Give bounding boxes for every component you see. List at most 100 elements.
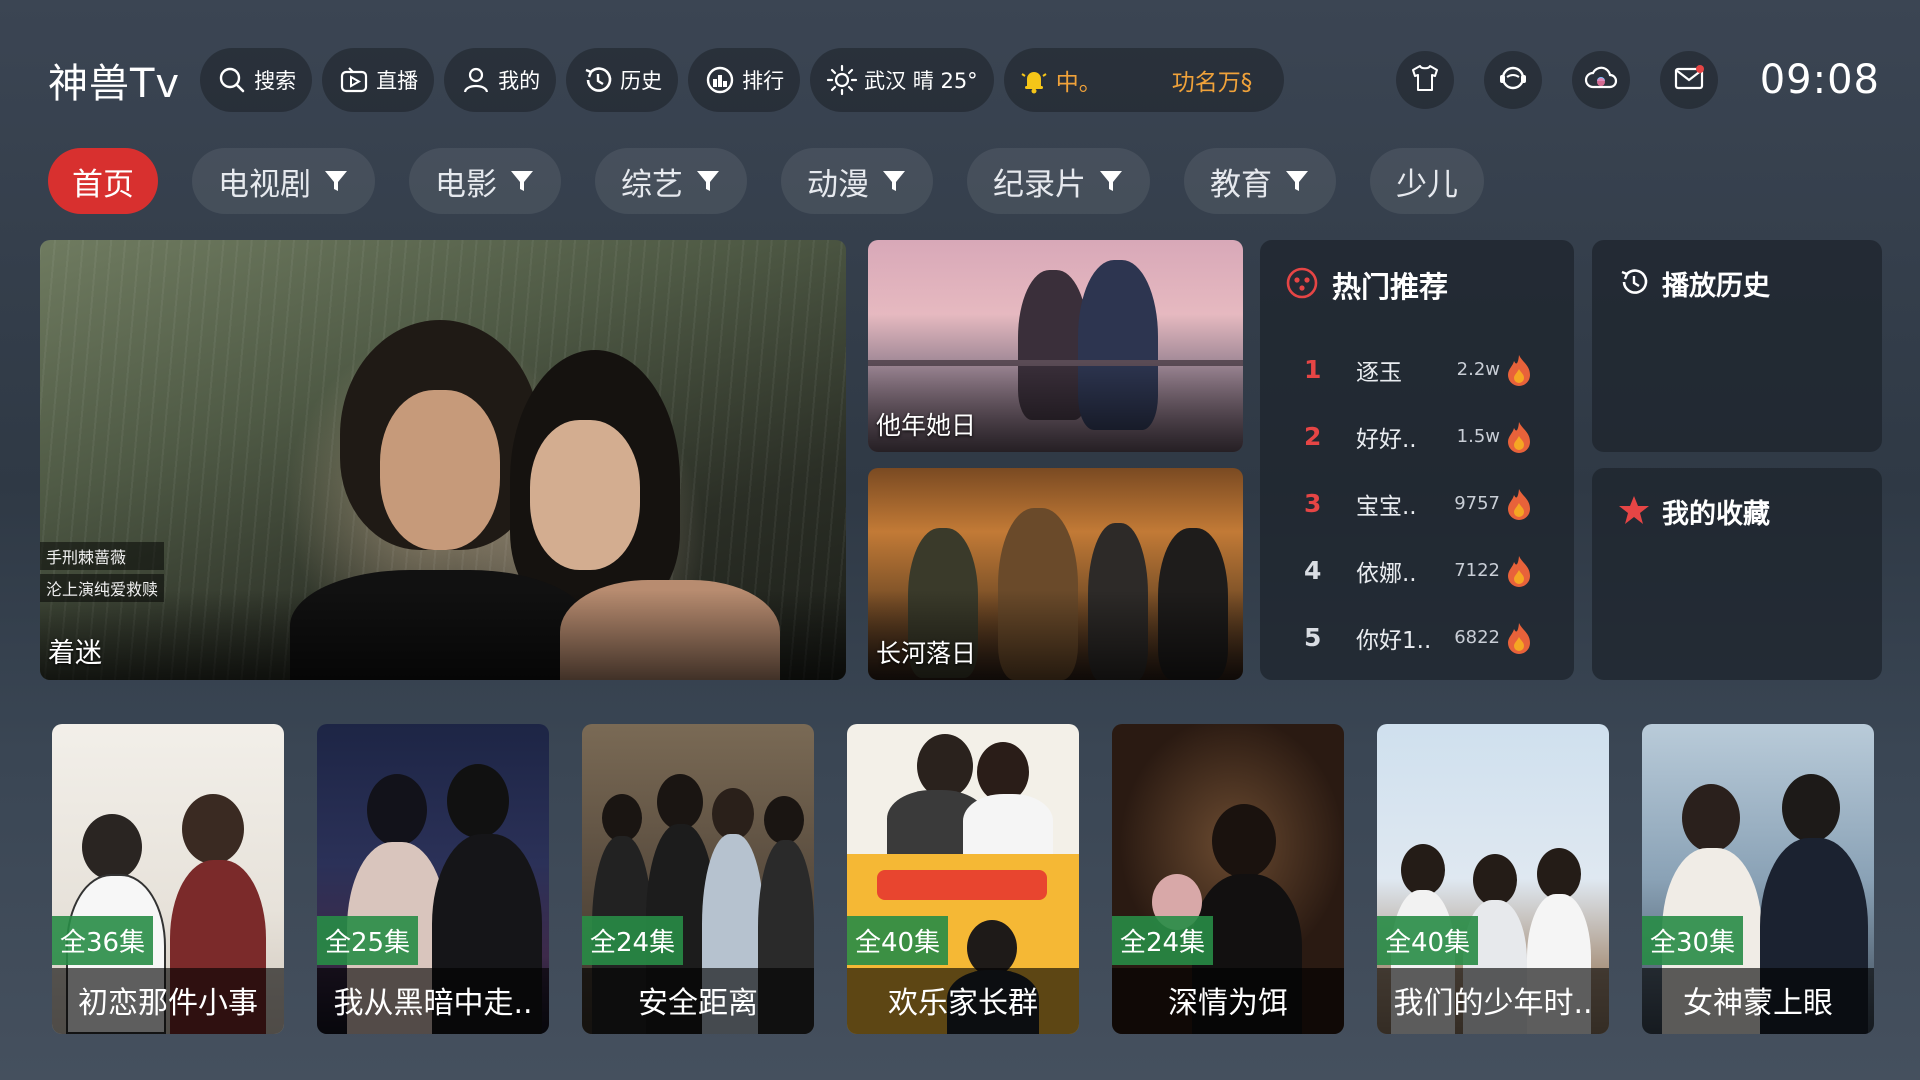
featured-banner[interactable]: 手刑棘蔷薇 沦上演纯爱救赎 着迷 [40, 240, 846, 680]
search-label: 搜索 [254, 69, 297, 93]
hot-count: 7122 [1454, 560, 1500, 581]
history-label: 历史 [620, 69, 663, 93]
hot-rank: 5 [1304, 623, 1322, 652]
hot-rank: 1 [1304, 355, 1322, 384]
tab-label: 动漫 [807, 166, 869, 203]
episode-badge: 全40集 [1377, 916, 1479, 965]
hot-rank: 3 [1304, 489, 1322, 518]
poster-figure [447, 764, 509, 838]
poster-title: 欢乐家长群 [888, 986, 1038, 1021]
notice-text: 中。 功名万§ [1056, 63, 1253, 97]
ranking-label: 排行 [742, 69, 785, 93]
poster-card[interactable]: 全30集 女神蒙上眼 [1642, 724, 1874, 1034]
hot-count: 1.5w [1456, 426, 1500, 447]
mail-button[interactable] [1659, 51, 1718, 109]
ranking-button[interactable]: 排行 [688, 48, 801, 112]
weather-widget[interactable]: 武汉 晴 25° [810, 48, 994, 112]
fire-icon [1508, 555, 1530, 587]
tab-kids[interactable]: 少儿 [1370, 148, 1484, 214]
user-icon [460, 64, 492, 96]
top-bar: 神兽Tv 搜索 直播 我的 历史 排行 武汉 晴 25° 中。 功名万§ 09:… [48, 48, 1880, 112]
tab-movies[interactable]: 电影 [409, 148, 561, 214]
poster-card[interactable]: 全36集 初恋那件小事 [52, 724, 284, 1034]
tab-anime[interactable]: 动漫 [781, 148, 933, 214]
episode-badge: 全25集 [317, 916, 419, 965]
tab-education[interactable]: 教育 [1184, 148, 1336, 214]
mine-button[interactable]: 我的 [444, 48, 557, 112]
theme-button[interactable] [1395, 51, 1454, 109]
filter-icon [1286, 171, 1308, 191]
hot-list-item[interactable]: 4 依娜.. 7122 [1304, 537, 1554, 604]
poster-card[interactable]: 全24集 深情为饵 [1112, 724, 1344, 1034]
history-button[interactable]: 历史 [566, 48, 679, 112]
live-tv-icon [338, 64, 370, 96]
hot-title: 热门推荐 [1332, 270, 1449, 304]
filter-icon [1100, 171, 1122, 191]
support-icon [1497, 62, 1529, 98]
episode-badge: 全36集 [52, 916, 154, 965]
favorites-panel[interactable]: 我的收藏 [1592, 468, 1882, 680]
play-history-panel[interactable]: 播放历史 [1592, 240, 1882, 452]
card-title: 他年她日 [876, 411, 977, 440]
episode-badge: 全30集 [1642, 916, 1744, 965]
cloud-button[interactable] [1571, 51, 1630, 109]
hot-list-item[interactable]: 5 你好1.. 6822 [1304, 604, 1554, 671]
recommend-card[interactable]: 他年她日 [868, 240, 1243, 452]
episode-badge: 全24集 [582, 916, 684, 965]
hot-list-item[interactable]: 1 逐玉 2.2w [1304, 336, 1554, 403]
poster-card[interactable]: 全40集 欢乐家长群 [847, 724, 1079, 1034]
fire-icon [1508, 622, 1530, 654]
hot-list: 1 逐玉 2.2w 2 好好.. 1.5w 3 宝宝.. 9757 4 依娜..… [1304, 336, 1554, 671]
mail-icon [1673, 63, 1705, 97]
banner-tag: 手刑棘蔷薇 [40, 542, 165, 570]
poster-title: 女神蒙上眼 [1683, 986, 1833, 1021]
poster-figure [963, 794, 1053, 854]
tab-label: 首页 [72, 166, 134, 203]
history-header: 播放历史 [1618, 264, 1770, 303]
poster-figure [917, 734, 973, 798]
poster-title: 初恋那件小事 [78, 986, 258, 1021]
poster-row: 全36集 初恋那件小事 全25集 我从黑暗中走.. 全24集 安全距离 全40集… [52, 724, 1907, 1034]
poster-title: 安全距离 [638, 986, 758, 1021]
tab-label: 综艺 [621, 166, 683, 203]
cloud-icon [1584, 63, 1618, 97]
hot-name: 宝宝.. [1356, 493, 1417, 520]
hot-name: 你好1.. [1356, 627, 1432, 654]
poster-figure [367, 774, 427, 846]
tab-variety[interactable]: 综艺 [595, 148, 747, 214]
tab-documentary[interactable]: 纪录片 [967, 148, 1150, 214]
notice-ticker[interactable]: 中。 功名万§ [1003, 48, 1284, 112]
poster-figure [1782, 774, 1840, 842]
hot-rank: 2 [1304, 422, 1322, 451]
filter-icon [325, 171, 347, 191]
poster-card[interactable]: 全25集 我从黑暗中走.. [317, 724, 549, 1034]
hot-name: 依娜.. [1356, 560, 1417, 587]
tab-label: 纪录片 [993, 166, 1086, 203]
episode-badge: 全40集 [847, 916, 949, 965]
poster-logo [877, 870, 1047, 900]
hot-count: 9757 [1454, 493, 1500, 514]
shirt-icon [1409, 62, 1441, 98]
poster-figure [1212, 804, 1276, 878]
poster-figure [1401, 844, 1445, 896]
banner-figure [530, 420, 640, 570]
poster-title: 深情为饵 [1168, 986, 1288, 1021]
poster-figure [602, 794, 642, 842]
support-button[interactable] [1483, 51, 1542, 109]
poster-card[interactable]: 全40集 我们的少年时.. [1377, 724, 1609, 1034]
right-icon-group: 09:08 [1366, 48, 1880, 112]
poster-figure [712, 788, 754, 840]
clock: 09:08 [1759, 57, 1880, 103]
live-button[interactable]: 直播 [322, 48, 435, 112]
caption-shadow [40, 590, 846, 680]
app-logo: 神兽Tv [48, 61, 181, 107]
hot-list-item[interactable]: 2 好好.. 1.5w [1304, 403, 1554, 470]
search-button[interactable]: 搜索 [200, 48, 313, 112]
poster-card[interactable]: 全24集 安全距离 [582, 724, 814, 1034]
recommend-card[interactable]: 长河落日 [868, 468, 1243, 680]
episode-badge: 全24集 [1112, 916, 1214, 965]
tab-label: 少儿 [1396, 166, 1458, 203]
tab-tv-series[interactable]: 电视剧 [192, 148, 375, 214]
tab-home[interactable]: 首页 [48, 148, 158, 214]
hot-list-item[interactable]: 3 宝宝.. 9757 [1304, 470, 1554, 537]
